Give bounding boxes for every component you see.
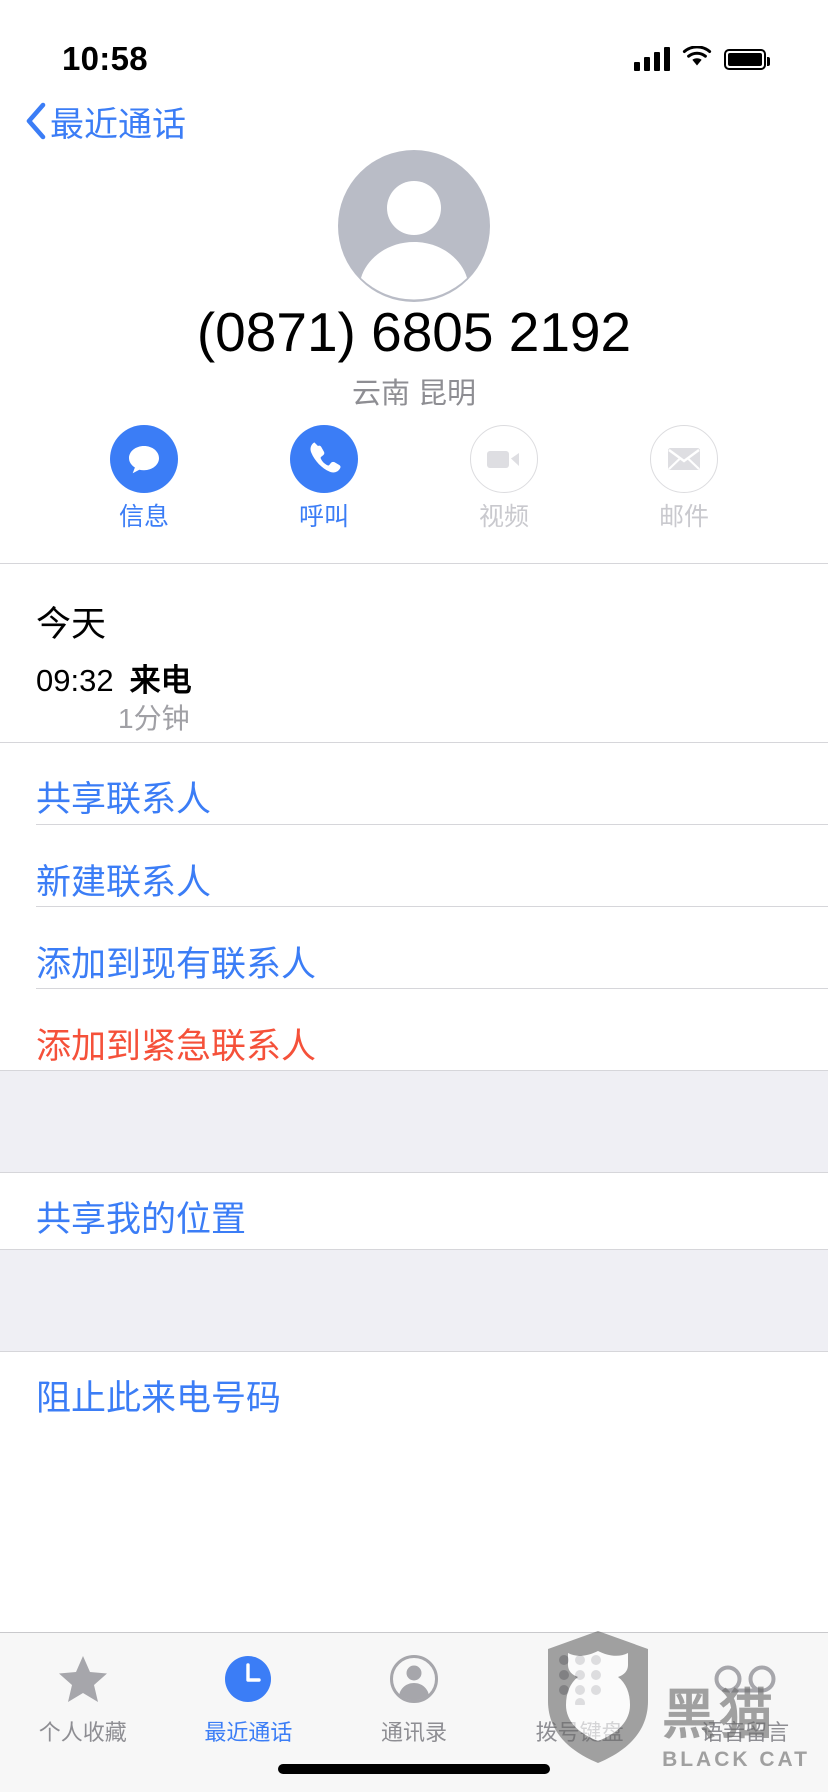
wifi-icon xyxy=(682,44,712,73)
row-separator xyxy=(36,824,828,825)
group-gap-band xyxy=(0,1249,828,1352)
create-new-contact-row[interactable]: 新建联系人 xyxy=(36,838,828,920)
status-bar: 10:58 xyxy=(0,0,828,92)
create-new-contact-label: 新建联系人 xyxy=(36,862,212,902)
mail-action-label: 邮件 xyxy=(658,503,709,531)
call-log-entry: 09:32 来电 xyxy=(36,655,192,700)
tab-favorites-label: 个人收藏 xyxy=(38,1720,127,1745)
status-bar-clock: 10:58 xyxy=(62,40,148,77)
tab-recents[interactable]: 最近通话 xyxy=(166,1651,332,1747)
call-action-button[interactable]: 呼叫 xyxy=(276,425,372,530)
tab-recents-label: 最近通话 xyxy=(204,1720,293,1745)
status-bar-indicators xyxy=(634,44,770,73)
tab-favorites[interactable]: 个人收藏 xyxy=(0,1651,166,1747)
person-placeholder-avatar-icon xyxy=(338,150,490,302)
phone-app-screen: 10:58 最近通话 (0871) 6805 2192 云南 昆明 信息 呼叫 … xyxy=(0,0,828,1792)
call-log-type: 来电 xyxy=(129,663,192,698)
contacts-person-icon xyxy=(389,1651,439,1707)
header-separator xyxy=(0,563,828,564)
tab-contacts[interactable]: 通讯录 xyxy=(331,1651,497,1747)
call-action-label: 呼叫 xyxy=(298,503,349,531)
message-bubble-icon xyxy=(110,425,178,493)
home-indicator xyxy=(278,1764,550,1774)
contact-phone-number: (0871) 6805 2192 xyxy=(196,301,632,363)
keypad-dots-icon xyxy=(556,1651,604,1707)
share-my-location-label: 共享我的位置 xyxy=(36,1199,247,1239)
call-log-time: 09:32 xyxy=(36,663,114,698)
tab-keypad[interactable]: 拨号键盘 xyxy=(497,1651,663,1747)
navigation-bar: 最近通话 xyxy=(0,88,828,154)
chevron-left-icon xyxy=(24,102,46,140)
share-contact-label: 共享联系人 xyxy=(36,779,212,819)
call-log-section-title: 今天 xyxy=(36,605,107,644)
cellular-bars-icon xyxy=(634,47,670,71)
tab-voicemail-label: 语音留言 xyxy=(701,1720,790,1745)
tab-contacts-label: 通讯录 xyxy=(380,1720,447,1745)
contact-avatar-container xyxy=(0,150,828,302)
share-my-location-row[interactable]: 共享我的位置 xyxy=(36,1175,828,1257)
video-action-label: 视频 xyxy=(478,503,529,531)
phone-handset-icon xyxy=(290,425,358,493)
envelope-icon xyxy=(650,425,718,493)
block-caller-row[interactable]: 阻止此来电号码 xyxy=(36,1354,828,1436)
row-separator xyxy=(36,906,828,907)
message-action-label: 信息 xyxy=(118,503,169,531)
group-gap-band xyxy=(0,1070,828,1173)
quick-actions-row: 信息 呼叫 视频 邮件 xyxy=(0,425,828,530)
tab-voicemail[interactable]: 语音留言 xyxy=(662,1651,828,1747)
clock-icon xyxy=(223,1651,273,1707)
voicemail-icon xyxy=(714,1651,776,1707)
video-action-button[interactable]: 视频 xyxy=(456,425,552,530)
row-separator xyxy=(36,988,828,989)
mail-action-button[interactable]: 邮件 xyxy=(636,425,732,530)
contact-region-label: 云南 昆明 xyxy=(351,378,477,410)
add-to-existing-contact-row[interactable]: 添加到现有联系人 xyxy=(36,920,828,1002)
video-camera-icon xyxy=(470,425,538,493)
star-icon xyxy=(57,1651,109,1707)
add-to-existing-contact-label: 添加到现有联系人 xyxy=(36,944,317,984)
back-button[interactable]: 最近通话 xyxy=(24,97,186,146)
add-to-emergency-contact-label: 添加到紧急联系人 xyxy=(36,1026,317,1066)
message-action-button[interactable]: 信息 xyxy=(96,425,192,530)
back-button-label: 最近通话 xyxy=(50,105,186,144)
battery-full-icon xyxy=(724,48,770,70)
group1-top-separator xyxy=(0,742,828,743)
call-log-duration: 1分钟 xyxy=(118,703,190,734)
tab-keypad-label: 拨号键盘 xyxy=(535,1720,624,1745)
block-caller-label: 阻止此来电号码 xyxy=(36,1378,282,1418)
